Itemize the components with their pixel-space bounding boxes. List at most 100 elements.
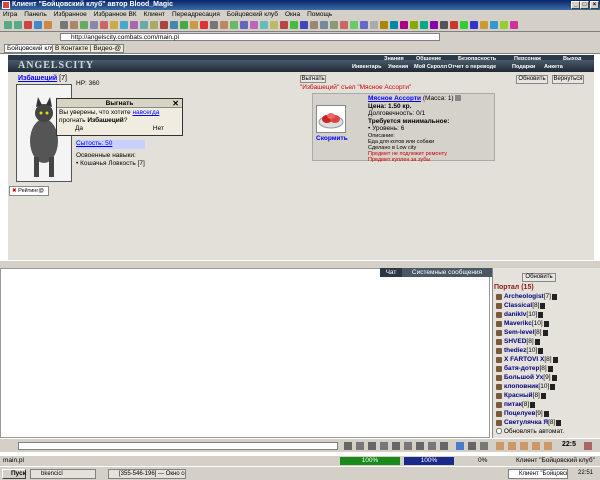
info-tag-icon[interactable] [538,312,544,318]
tool-icon-6[interactable] [110,21,118,29]
nav-gifts[interactable]: Подарки [512,64,535,70]
info-icon[interactable] [455,95,462,102]
nav-my-scroll[interactable]: Мой Скролл [414,64,447,70]
cmd-icon-11[interactable] [480,442,488,450]
tool-icon-14[interactable] [190,21,198,29]
action-icon-3[interactable] [520,442,528,450]
start-button[interactable]: Пуск [2,469,26,479]
nav-profile[interactable]: Анкета [544,64,563,70]
info-tag-icon[interactable] [530,402,536,408]
cmd-icon-1[interactable] [356,442,364,450]
task-bkencicl[interactable]: bkencicl [30,469,96,479]
tool-icon-19[interactable] [250,21,258,29]
menu-game[interactable]: Игра [3,11,17,18]
cmd-icon-6[interactable] [416,442,424,450]
tool-icon-7[interactable] [120,21,128,29]
back-icon[interactable] [4,21,12,29]
tool-icon-10[interactable] [150,21,158,29]
cmd-icon-5[interactable] [404,442,412,450]
home-icon[interactable] [44,21,52,29]
forward-icon[interactable] [14,21,22,29]
tool-icon-15[interactable] [210,21,218,29]
tool-icon-33[interactable] [390,21,398,29]
tab-chat[interactable]: Чат [380,268,402,277]
tool-icon-18[interactable] [240,21,248,29]
tool-icon-29[interactable] [350,21,358,29]
tool-icon-37[interactable] [430,21,438,29]
tool-icon-42[interactable] [480,21,488,29]
chat-area[interactable] [0,268,490,438]
kick-button[interactable]: Выгнать [300,75,326,83]
tool-icon-2[interactable] [70,21,78,29]
item-name[interactable]: Мясное Ассорти [368,95,421,102]
tool-icon-3[interactable] [80,21,88,29]
tool-icon-5[interactable] [100,21,108,29]
info-tag-icon[interactable] [550,384,556,390]
info-tag-icon[interactable] [540,303,546,309]
menu-favorites[interactable]: Избранное [54,11,87,18]
tool-icon-26[interactable] [320,21,328,29]
tool-icon-16[interactable] [220,21,228,29]
tool-icon-12[interactable] [170,21,178,29]
tool-icon-27[interactable] [330,21,338,29]
tool-icon-9[interactable] [140,21,148,29]
tool-icon-30[interactable] [360,21,368,29]
tool-icon-45[interactable] [510,21,518,29]
maximize-button[interactable]: □ [580,1,589,9]
send-icon[interactable] [344,442,352,450]
tool-icon-43[interactable] [490,21,498,29]
tab-vkontakte[interactable]: В Контакте | Видео-@ [52,44,125,53]
refresh-list-button[interactable]: Обновить [522,273,556,282]
info-tag-icon[interactable] [551,294,557,300]
tool-icon-17[interactable] [230,21,238,29]
action-icon-2[interactable] [508,442,516,450]
menu-client[interactable]: Клиент [144,11,165,18]
back-game-button[interactable]: Вернуться [552,75,584,84]
rating-badge[interactable]: ✖ Рейтинг@ [9,186,49,196]
info-tag-icon[interactable] [543,321,549,327]
info-tag-icon[interactable] [534,339,540,345]
cmd-icon-2[interactable] [368,442,376,450]
player-row[interactable]: Светулячка Я [8] [496,418,562,428]
frame-separator[interactable] [0,261,600,268]
close-button[interactable]: × [590,1,599,9]
tool-icon-36[interactable] [420,21,428,29]
menu-panel[interactable]: Панель [24,11,46,18]
tool-icon-38[interactable] [440,21,448,29]
tool-icon-41[interactable] [470,21,478,29]
tool-icon-35[interactable] [410,21,418,29]
tool-icon-39[interactable] [450,21,458,29]
tool-icon-25[interactable] [310,21,318,29]
tool-icon-23[interactable] [290,21,298,29]
tool-icon-13[interactable] [180,21,188,29]
menu-favorites-vk[interactable]: Избранное ВК [94,11,137,18]
dialog-close-icon[interactable]: ✕ [172,99,179,108]
nav-transfer-report[interactable]: Отчет о переводе [448,64,496,70]
cmd-icon-7[interactable] [428,442,436,450]
satiety-value[interactable]: Сытость: 50 [76,140,145,149]
tool-icon-40[interactable] [460,21,468,29]
player-row-name[interactable]: Светулячка Я [504,418,548,428]
info-tag-icon[interactable] [547,366,553,372]
action-icon-1[interactable] [496,442,504,450]
tool-icon-24[interactable] [300,21,308,29]
info-tag-icon[interactable] [556,420,562,426]
tool-icon-4[interactable] [90,21,98,29]
feed-button[interactable]: Скормить [316,135,348,142]
tool-icon-32[interactable] [380,21,388,29]
tool-icon-8[interactable] [130,21,138,29]
menu-fightclub[interactable]: Бойцовский клуб [227,11,278,18]
tool-icon-22[interactable] [280,21,288,29]
heart-icon[interactable] [200,21,208,29]
dialog-no-button[interactable]: Нет [153,125,164,133]
info-tag-icon[interactable] [543,411,549,417]
cmd-icon-9[interactable] [456,442,464,450]
tool-icon-31[interactable] [370,21,378,29]
refresh-icon[interactable] [34,21,42,29]
chat-input[interactable] [18,442,338,450]
minimize-button[interactable]: _ [571,1,580,9]
tool-icon-21[interactable] [270,21,278,29]
auto-refresh-checkbox[interactable] [496,428,502,435]
action-icon-5[interactable] [544,442,552,450]
cmd-icon-3[interactable] [380,442,388,450]
